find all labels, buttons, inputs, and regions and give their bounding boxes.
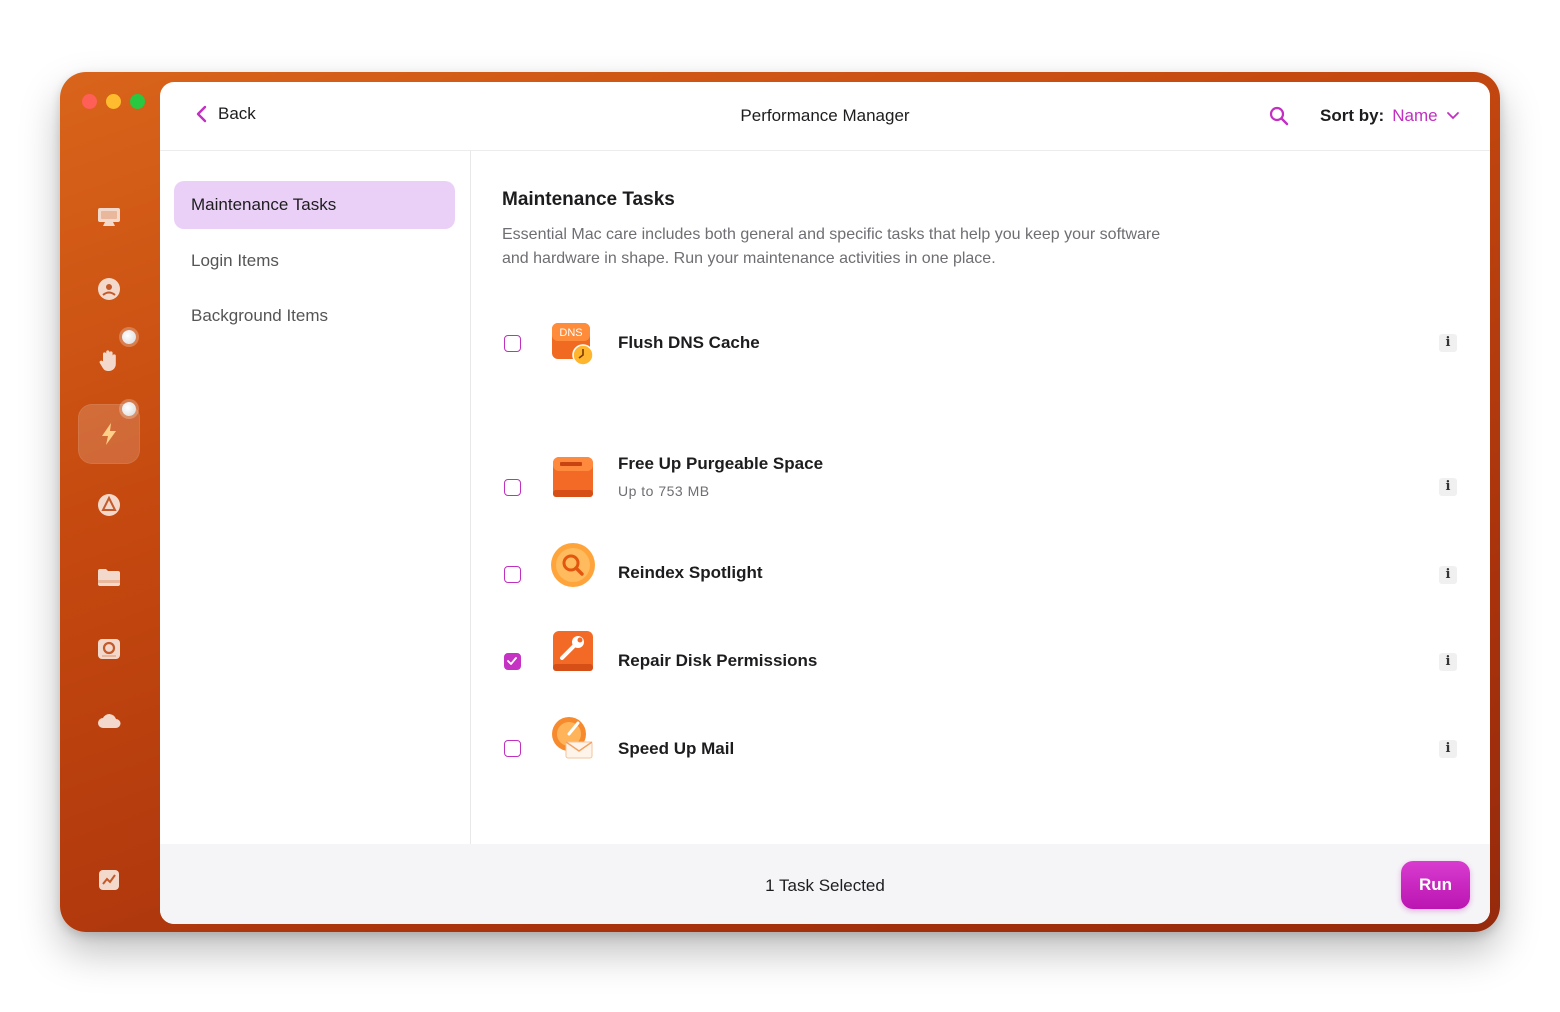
section-description: Essential Mac care includes both general… <box>502 226 1161 267</box>
applications-icon <box>98 494 120 516</box>
rail-protection-button[interactable] <box>82 262 136 316</box>
info-button[interactable]: i <box>1439 740 1457 758</box>
cloud-icon <box>98 714 121 728</box>
sidebar-item-login-items[interactable]: Login Items <box>174 237 455 285</box>
content-panel: Back Performance Manager Sort by: Name M… <box>160 82 1490 924</box>
info-button[interactable]: i <box>1439 478 1457 496</box>
app-window: Back Performance Manager Sort by: Name M… <box>60 72 1500 932</box>
main-panel: Maintenance Tasks Essential Mac care inc… <box>471 151 1490 844</box>
toolbar: Back Performance Manager Sort by: Name <box>160 82 1490 151</box>
task-name: Reindex Spotlight <box>618 563 763 582</box>
info-button[interactable]: i <box>1439 566 1457 584</box>
footer-bar: 1 Task Selected Run <box>160 844 1490 924</box>
info-button[interactable]: i <box>1439 334 1457 352</box>
task-checkbox[interactable] <box>504 653 521 670</box>
notification-dot <box>122 402 136 416</box>
task-checkbox[interactable] <box>504 335 521 352</box>
search-icon[interactable] <box>1268 105 1290 127</box>
task-checkbox[interactable] <box>504 740 521 757</box>
sort-value[interactable]: Name <box>1392 106 1437 126</box>
checkmark-icon <box>507 657 517 665</box>
task-row: Repair Disk Permissions i <box>502 631 1462 713</box>
zoom-window-button[interactable] <box>130 94 145 109</box>
close-window-button[interactable] <box>82 94 97 109</box>
rail-cloud-button[interactable] <box>82 694 136 748</box>
run-button[interactable]: Run <box>1401 861 1470 909</box>
sidebar-item-background-items[interactable]: Background Items <box>174 292 455 340</box>
task-name: Free Up Purgeable Space <box>618 454 824 473</box>
folder-icon <box>98 569 120 586</box>
task-name: Flush DNS Cache <box>618 333 760 352</box>
lightning-icon <box>102 423 116 445</box>
sidebar-item-maintenance-tasks[interactable]: Maintenance Tasks <box>174 181 455 229</box>
drive-icon <box>553 457 593 497</box>
task-name: Repair Disk Permissions <box>618 651 818 670</box>
task-row: Reindex Spotlight i <box>502 543 1462 625</box>
section-title: Maintenance Tasks <box>502 189 675 210</box>
disk-search-icon <box>98 639 120 659</box>
minimize-window-button[interactable] <box>106 94 121 109</box>
task-row: Free Up Purgeable Space Up to 753 MB i <box>502 454 1462 541</box>
notification-dot <box>122 330 136 344</box>
shield-icon <box>98 278 120 300</box>
window-controls <box>82 94 145 109</box>
info-button[interactable]: i <box>1439 653 1457 671</box>
mail-speed-icon <box>552 717 593 759</box>
sort-control[interactable]: Sort by: Name <box>1320 106 1460 126</box>
dns-cache-icon: DNS <box>552 323 594 366</box>
hand-icon <box>99 350 116 371</box>
task-subtitle: Up to 753 MB <box>618 483 710 499</box>
task-row: Speed Up Mail i <box>502 717 1462 800</box>
dns-icon-label: DNS <box>559 327 582 339</box>
spotlight-icon <box>551 543 595 587</box>
wrench-disk-icon <box>553 631 593 671</box>
rail-assistant-button[interactable] <box>82 853 136 907</box>
rail-applications-button[interactable] <box>82 478 136 532</box>
page-title: Performance Manager <box>740 106 910 125</box>
task-row: DNS Flush DNS Cache i <box>502 313 1462 373</box>
monitor-icon <box>98 208 120 226</box>
task-checkbox[interactable] <box>504 566 521 583</box>
rail-files-button[interactable] <box>82 550 136 604</box>
selection-count: 1 Task Selected <box>765 876 885 895</box>
sort-label: Sort by: <box>1320 106 1385 125</box>
sidebar: Maintenance Tasks Login Items Background… <box>160 151 471 844</box>
rail-space-lens-button[interactable] <box>82 622 136 676</box>
chart-icon <box>99 870 119 890</box>
chevron-down-icon[interactable] <box>1446 109 1460 123</box>
rail-smart-care-button[interactable] <box>82 190 136 244</box>
task-checkbox[interactable] <box>504 479 521 496</box>
task-name: Speed Up Mail <box>618 739 735 758</box>
